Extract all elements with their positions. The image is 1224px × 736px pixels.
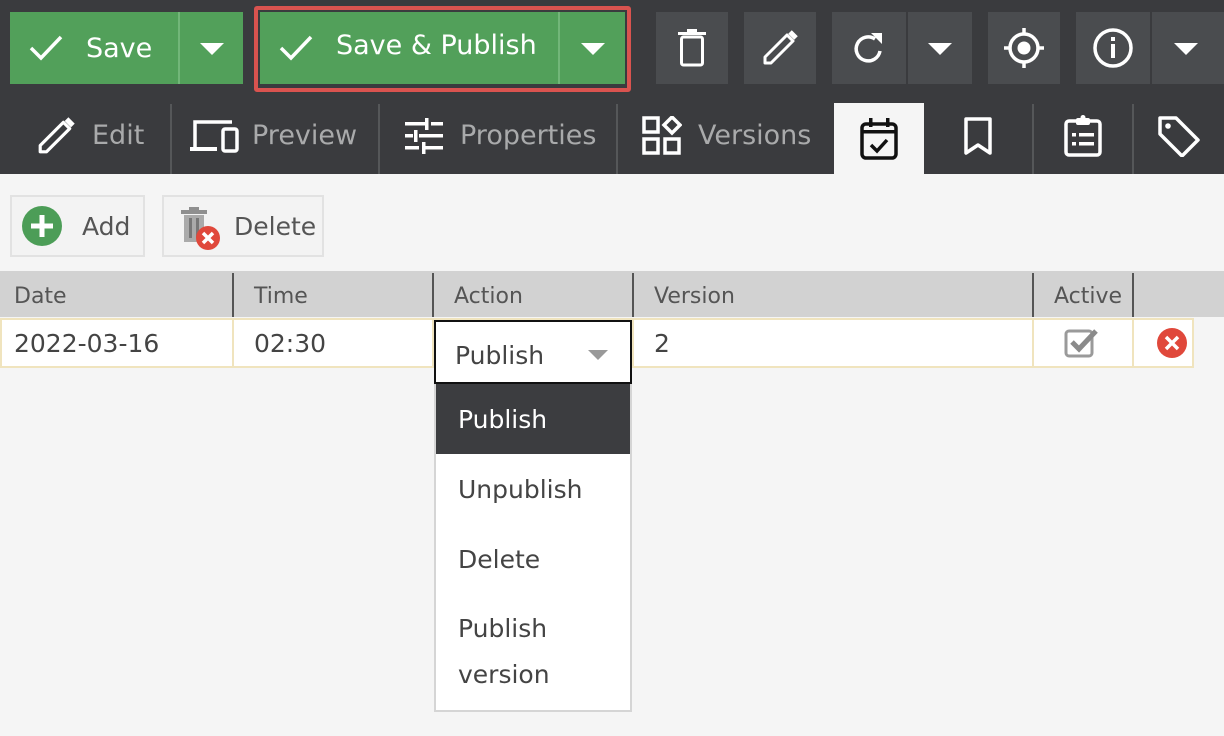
column-resizer[interactable] [1032, 273, 1034, 317]
action-select[interactable]: Publish [434, 320, 632, 384]
option-publish[interactable]: Publish [436, 384, 630, 454]
top-toolbar: Save Save & Publish [0, 0, 1224, 97]
remove-row-button[interactable] [1156, 320, 1188, 366]
trash-icon [678, 29, 706, 67]
column-resizer[interactable] [432, 273, 434, 317]
save-label: Save [86, 32, 153, 64]
save-button-group: Save [10, 12, 243, 84]
plus-circle-icon [22, 206, 62, 246]
divider [232, 320, 234, 366]
column-resizer[interactable] [632, 273, 634, 317]
info-button[interactable] [1076, 12, 1150, 84]
cell-time[interactable]: 02:30 [254, 320, 326, 366]
tab-label: Preview [252, 120, 358, 151]
trash-delete-icon [181, 207, 220, 250]
close-circle-icon [1157, 328, 1187, 358]
column-resizer[interactable] [1132, 273, 1134, 317]
locate-button[interactable] [988, 12, 1060, 84]
sliders-icon [405, 117, 443, 154]
caret-down-icon [588, 350, 608, 360]
save-options-dropdown[interactable] [180, 12, 243, 84]
column-header-active[interactable]: Active [1054, 271, 1122, 317]
tab-edit[interactable]: Edit [0, 97, 170, 174]
delete-label: Delete [234, 211, 317, 241]
bookmark-icon [964, 116, 992, 155]
action-dropdown-menu: Publish Unpublish Delete Publish version [434, 384, 632, 712]
table-header: Date Time Action Version Active [0, 271, 1224, 317]
check-icon [29, 35, 63, 61]
column-header-action[interactable]: Action [454, 271, 523, 317]
divider [1032, 320, 1034, 366]
refresh-button[interactable] [832, 12, 906, 84]
delete-row-button[interactable]: Delete [162, 195, 324, 257]
calendar-check-icon [860, 117, 898, 160]
pencil-icon [38, 116, 75, 153]
option-unpublish[interactable]: Unpublish [436, 454, 630, 524]
tab-label: Properties [460, 120, 597, 151]
tab-properties[interactable]: Properties [380, 97, 616, 174]
active-checkbox[interactable] [1064, 320, 1100, 366]
highlight-outline [254, 6, 631, 92]
column-resizer[interactable] [232, 273, 234, 317]
divider [632, 320, 634, 366]
caret-down-icon [928, 43, 952, 55]
widgets-icon [642, 115, 682, 155]
delete-button[interactable] [656, 12, 728, 84]
edit-button[interactable] [744, 12, 816, 84]
column-header-date[interactable]: Date [14, 271, 67, 317]
tab-versions[interactable]: Versions [618, 97, 832, 174]
refresh-icon [854, 33, 882, 63]
cell-version[interactable]: 2 [654, 320, 670, 366]
caret-down-icon [200, 43, 224, 55]
refresh-options-dropdown[interactable] [908, 12, 972, 84]
column-header-time[interactable]: Time [254, 271, 308, 317]
action-select-value: Publish [455, 340, 545, 370]
option-label-line: Publish [458, 614, 548, 643]
tab-scheduling[interactable] [834, 103, 924, 174]
column-header-version[interactable]: Version [654, 271, 735, 317]
tab-preview[interactable]: Preview [172, 97, 378, 174]
divider [1132, 320, 1134, 366]
checkbox-checked-icon [1064, 329, 1098, 358]
option-label-line: version [458, 660, 550, 689]
tab-bar: Edit Preview Properties Versions [0, 97, 1224, 174]
info-icon [1093, 28, 1133, 68]
option-publish-version[interactable]: Publish version [436, 594, 630, 710]
tab-tags[interactable] [1134, 97, 1224, 174]
tab-label: Versions [698, 120, 812, 151]
option-delete[interactable]: Delete [436, 524, 630, 594]
caret-down-icon [1174, 43, 1198, 55]
info-options-dropdown[interactable] [1152, 12, 1224, 84]
tab-tasks[interactable] [1034, 97, 1132, 174]
pencil-icon [763, 30, 798, 65]
cell-date[interactable]: 2022-03-16 [14, 320, 159, 366]
save-button[interactable]: Save [10, 12, 178, 84]
add-button[interactable]: Add [10, 195, 145, 257]
target-icon [1004, 28, 1044, 68]
tag-icon [1158, 115, 1200, 157]
tab-label: Edit [92, 120, 145, 151]
tab-bookmarks[interactable] [924, 97, 1032, 174]
add-label: Add [82, 211, 131, 241]
clipboard-list-icon [1064, 114, 1102, 157]
devices-icon [190, 119, 239, 153]
